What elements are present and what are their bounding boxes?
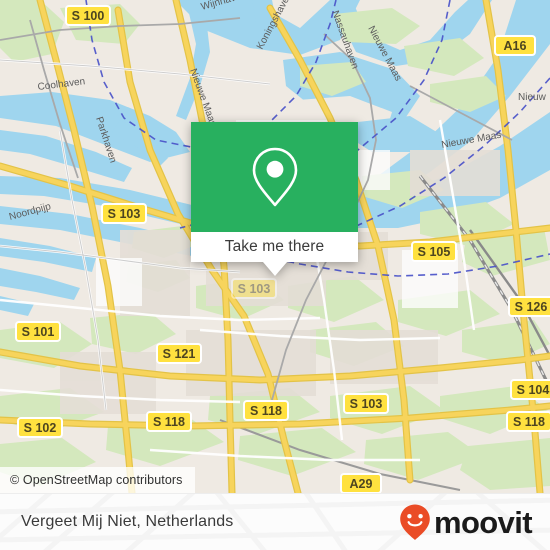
moovit-logo[interactable]: moovit <box>398 503 533 541</box>
card-image-area <box>191 122 358 232</box>
svg-text:S 126: S 126 <box>515 300 548 314</box>
card-action-bar[interactable]: Take me there <box>191 232 358 262</box>
svg-text:S 103: S 103 <box>350 397 383 411</box>
map-pin-icon <box>252 147 297 207</box>
svg-text:S 121: S 121 <box>163 347 196 361</box>
take-me-there-label: Take me there <box>224 238 325 255</box>
svg-text:A29: A29 <box>350 477 373 491</box>
moovit-pin-smiley-icon <box>400 504 430 540</box>
moovit-place-card-screen: S 100 A16 S 103 S 105 S 103 S 126 S 101 … <box>0 0 550 550</box>
svg-text:S 118: S 118 <box>153 415 185 429</box>
svg-text:Nieuw: Nieuw <box>518 92 547 103</box>
svg-text:A16: A16 <box>504 39 527 53</box>
map-attribution[interactable]: © OpenStreetMap contributors <box>0 467 195 493</box>
callout-pointer <box>262 262 287 276</box>
place-callout-card[interactable]: Take me there <box>191 122 358 276</box>
svg-text:S 104: S 104 <box>517 383 550 397</box>
svg-text:S 103: S 103 <box>238 282 271 296</box>
svg-text:S 102: S 102 <box>24 421 57 435</box>
map-view[interactable]: S 100 A16 S 103 S 105 S 103 S 126 S 101 … <box>0 0 550 493</box>
attribution-text: © OpenStreetMap contributors <box>10 473 183 487</box>
svg-text:S 118: S 118 <box>250 404 282 418</box>
place-title: Vergeet Mij Niet, Netherlands <box>21 513 234 530</box>
moovit-wordmark: moovit <box>433 504 533 540</box>
svg-text:S 103: S 103 <box>108 207 141 221</box>
svg-text:S 118: S 118 <box>513 415 545 429</box>
svg-text:S 101: S 101 <box>22 325 55 339</box>
footer-bar: Vergeet Mij Niet, Netherlands moovit <box>0 493 550 550</box>
svg-text:S 100: S 100 <box>72 9 105 23</box>
svg-text:S 105: S 105 <box>418 245 451 259</box>
